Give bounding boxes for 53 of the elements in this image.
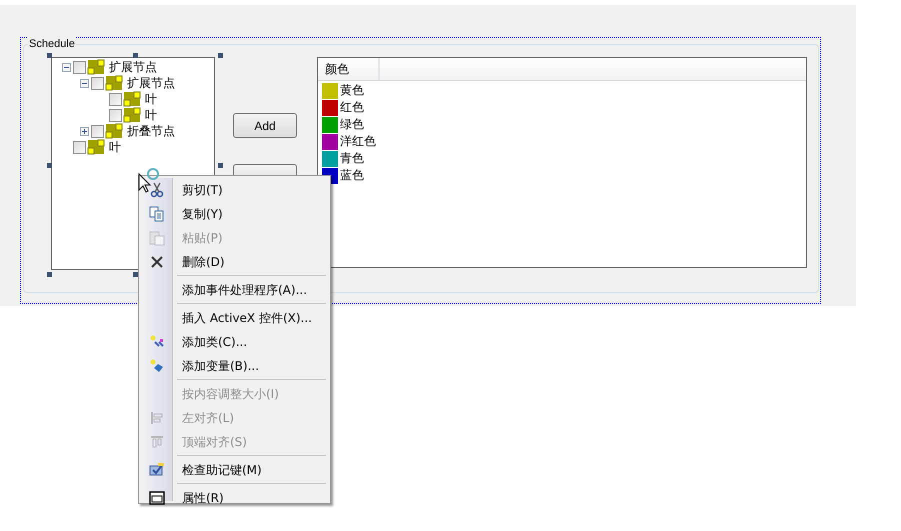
resize-handle[interactable] — [47, 53, 52, 58]
tree-item[interactable]: 叶 — [142, 91, 157, 107]
checkbox[interactable] — [109, 108, 122, 122]
list-item[interactable]: 青色 — [338, 150, 364, 167]
align-left-icon — [150, 411, 164, 425]
scissors-icon — [149, 182, 165, 198]
collapse-icon[interactable] — [80, 78, 88, 88]
list-view[interactable]: 颜色 黄色 红色 绿色 洋红色 青色 蓝色 — [317, 57, 807, 268]
resize-handle[interactable] — [218, 163, 223, 168]
list-item[interactable]: 黄色 — [338, 82, 364, 99]
node-icon — [123, 91, 141, 107]
resize-handle[interactable] — [133, 272, 138, 277]
checkbox[interactable] — [73, 60, 86, 74]
resize-handle[interactable] — [218, 53, 223, 58]
checkbox[interactable] — [91, 124, 104, 138]
node-icon — [87, 139, 105, 155]
resize-handle[interactable] — [47, 272, 52, 277]
tree-item[interactable]: 折叠节点 — [124, 123, 175, 139]
menu-item[interactable]: 检查助记键(M) — [141, 458, 328, 482]
list-item[interactable]: 绿色 — [338, 116, 364, 133]
checklist-icon — [149, 462, 165, 478]
list-item[interactable]: 红色 — [338, 99, 364, 116]
checkbox[interactable] — [73, 140, 86, 154]
tree-item[interactable]: 扩展节点 — [106, 59, 157, 75]
menu-item[interactable]: 添加类(C)... — [141, 330, 328, 354]
cursor-icon — [138, 167, 162, 193]
collapse-icon[interactable] — [62, 62, 70, 72]
list-item[interactable]: 蓝色 — [338, 167, 364, 184]
list-item[interactable]: 洋红色 — [338, 133, 376, 150]
tree-item[interactable]: 叶 — [106, 139, 121, 155]
resize-handle[interactable] — [133, 53, 138, 58]
menu-item[interactable]: 添加变量(B)... — [141, 354, 328, 378]
resize-handle[interactable] — [47, 163, 52, 168]
node-icon — [105, 75, 123, 91]
node-icon — [123, 107, 141, 123]
checkbox[interactable] — [91, 76, 104, 90]
menu-item[interactable]: 插入 ActiveX 控件(X)... — [141, 306, 328, 330]
menu-item[interactable]: 添加事件处理程序(A)... — [141, 278, 328, 302]
tree-item[interactable]: 叶 — [142, 107, 157, 123]
add-button[interactable]: Add — [233, 113, 297, 138]
column-header[interactable]: 颜色 — [318, 58, 380, 80]
add-variable-icon — [149, 358, 165, 374]
checkbox[interactable] — [109, 92, 122, 106]
delete-icon — [150, 255, 164, 269]
node-icon — [105, 123, 123, 139]
paste-icon — [149, 230, 165, 246]
copy-icon — [149, 206, 165, 222]
align-top-icon — [150, 435, 164, 449]
node-icon — [87, 59, 105, 75]
properties-icon — [149, 491, 165, 505]
expand-icon[interactable] — [80, 126, 88, 136]
tree-item[interactable]: 扩展节点 — [124, 75, 175, 91]
menu-item[interactable]: 属性(R) — [141, 486, 328, 510]
